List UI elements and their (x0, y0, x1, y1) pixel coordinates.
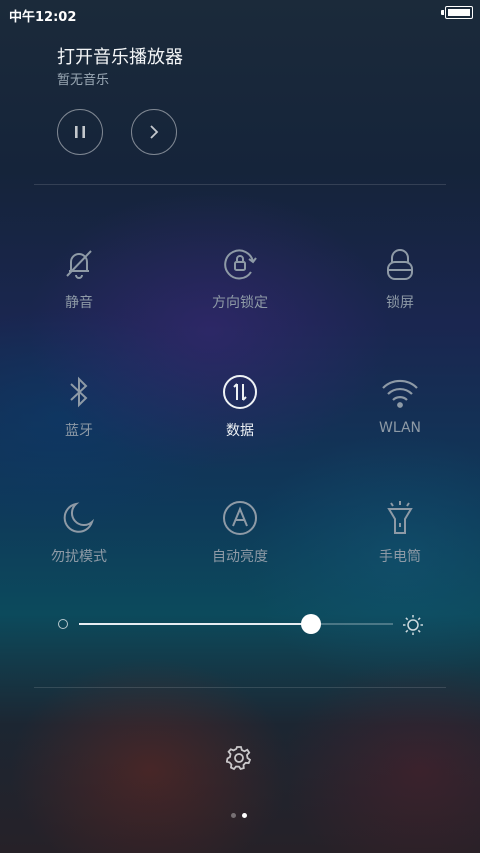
tile-label: 自动亮度 (212, 549, 268, 565)
wifi-icon (380, 372, 420, 412)
tile-flashlight[interactable]: 手电筒 (335, 498, 465, 588)
tile-do-not-disturb[interactable]: 勿扰模式 (14, 498, 144, 588)
tile-label: 数据 (226, 423, 254, 439)
chevron-right-icon (150, 125, 159, 139)
pause-icon (75, 126, 85, 138)
tile-lock-screen[interactable]: 锁屏 (335, 244, 465, 334)
tile-auto-brightness[interactable]: 自动亮度 (175, 498, 305, 588)
tile-label: 手电筒 (379, 549, 421, 565)
tile-label: 锁屏 (386, 295, 414, 311)
page-dot (231, 813, 236, 818)
brightness-high-icon (403, 615, 423, 635)
settings-gear-icon[interactable] (226, 745, 252, 771)
bell-off-icon (59, 244, 99, 284)
rotation-lock-icon (220, 244, 260, 284)
status-bar: 中午12:02 (0, 0, 480, 28)
mobile-data-icon (220, 372, 260, 412)
divider (34, 184, 446, 185)
tile-wlan[interactable]: WLAN (335, 372, 465, 462)
auto-brightness-icon (220, 498, 260, 538)
bluetooth-icon (59, 372, 99, 412)
flashlight-icon (380, 498, 420, 538)
tile-label: 静音 (65, 295, 93, 311)
moon-icon (59, 498, 99, 538)
divider (34, 687, 446, 688)
music-player-title[interactable]: 打开音乐播放器 (57, 43, 183, 69)
brightness-slider[interactable] (79, 614, 393, 634)
tile-label: 勿扰模式 (51, 549, 107, 565)
brightness-low-icon (58, 619, 68, 629)
battery-icon (441, 6, 473, 19)
brightness-fill (79, 623, 312, 625)
tile-label: 方向锁定 (212, 295, 268, 311)
tile-mobile-data[interactable]: 数据 (175, 372, 305, 462)
next-button[interactable] (131, 109, 177, 155)
page-dot (242, 813, 247, 818)
brightness-thumb[interactable] (301, 614, 322, 634)
tile-label: 蓝牙 (65, 423, 93, 439)
lock-icon (380, 244, 420, 284)
tile-label: WLAN (378, 420, 421, 436)
music-player-subtitle: 暂无音乐 (57, 73, 110, 88)
tile-bluetooth[interactable]: 蓝牙 (14, 372, 144, 462)
pause-button[interactable] (57, 109, 103, 155)
page-indicator (231, 813, 251, 819)
tile-rotation-lock[interactable]: 方向锁定 (175, 244, 305, 334)
tile-mute[interactable]: 静音 (14, 244, 144, 334)
status-time: 中午12:02 (9, 10, 77, 25)
